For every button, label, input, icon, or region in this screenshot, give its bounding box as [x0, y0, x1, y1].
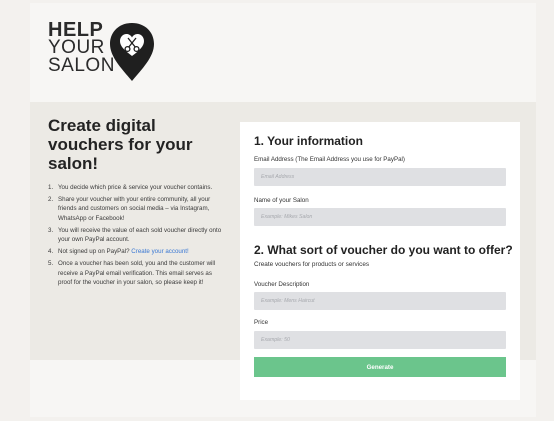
generate-button[interactable]: Generate: [254, 357, 506, 377]
salon-name-label: Name of your Salon: [254, 197, 309, 204]
step-number: 4.: [48, 248, 54, 256]
step-item: 4. Not signed up on PayPal? Create your a…: [48, 247, 226, 256]
create-paypal-account-link[interactable]: Create your account!: [131, 248, 188, 255]
step-number: 1.: [48, 184, 54, 191]
intro-title: Create digital vouchers for your salon!: [48, 116, 193, 173]
step-text: You decide which price & service your vo…: [58, 184, 213, 191]
scissors-heart-pin-icon: [110, 23, 154, 81]
price-placeholder: Example: 50: [261, 337, 290, 343]
voucher-description-placeholder: Example: Mens Haircut: [261, 298, 315, 304]
voucher-description-field[interactable]: Example: Mens Haircut: [254, 292, 506, 310]
logo-line-salon: SALON: [48, 55, 115, 76]
price-label: Price: [254, 319, 269, 326]
step-number: 3.: [48, 226, 54, 234]
step-item: 2. Share your voucher with your entire co…: [48, 195, 226, 223]
email-placeholder: Email Address: [261, 174, 295, 180]
step-item: 5. Once a voucher has been sold, you and …: [48, 259, 226, 287]
section-voucher-subtitle: Create vouchers for products or services: [254, 261, 370, 268]
main-section: Create digital vouchers for your salon! …: [30, 102, 536, 400]
step-text: Once a voucher has been sold, you and th…: [58, 260, 216, 286]
email-label: Email Address (The Email Address you use…: [254, 156, 405, 163]
intro-panel: Create digital vouchers for your salon! …: [48, 116, 226, 290]
page: HELP YOUR SALON Create digital vouchers …: [30, 3, 536, 417]
salon-name-placeholder: Example: Mikes Salon: [261, 214, 313, 220]
step-text: You will receive the value of each sold …: [58, 226, 222, 244]
logo-text[interactable]: HELP YOUR SALON: [48, 20, 115, 76]
step-text: Share your voucher with your entire comm…: [58, 196, 211, 222]
step-item: 3. You will receive the value of each sol…: [48, 226, 226, 244]
step-text: Not signed up on PayPal?: [58, 248, 130, 256]
voucher-description-label: Voucher Description: [254, 281, 310, 288]
step-number: 2.: [48, 196, 54, 204]
header: HELP YOUR SALON: [30, 3, 536, 99]
section-your-information-title: 1. Your information: [254, 134, 363, 148]
step-item: 1. You decide which price & service your …: [48, 183, 226, 192]
step-number: 5.: [48, 260, 54, 268]
steps-list: 1. You decide which price & service your …: [48, 183, 226, 287]
email-field[interactable]: Email Address: [254, 168, 506, 186]
section-voucher-type-title: 2. What sort of voucher do you want to o…: [254, 243, 513, 257]
voucher-form-card: 1. Your information Email Address (The E…: [240, 122, 520, 400]
salon-name-field[interactable]: Example: Mikes Salon: [254, 208, 506, 226]
price-field[interactable]: Example: 50: [254, 331, 506, 349]
